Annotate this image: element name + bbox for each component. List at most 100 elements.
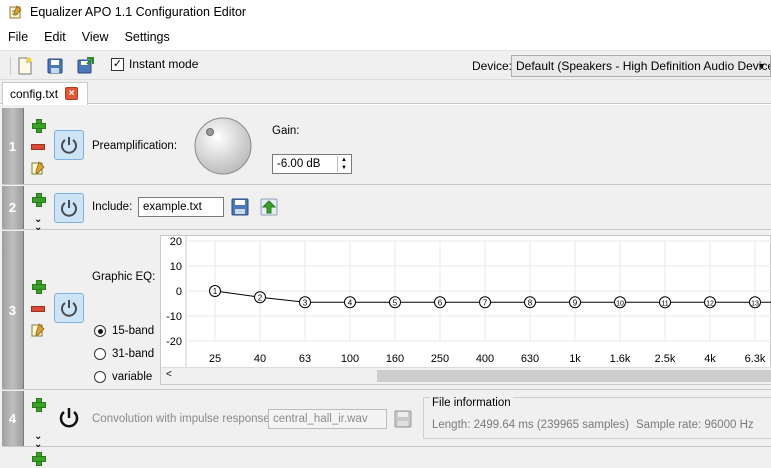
graphic-eq-chart[interactable]: 20100-10-2025 40 63 100 160 250 400 630 1k 1.6k 2.… <box>161 236 771 369</box>
eq-band-point-label: 10 <box>616 300 624 307</box>
eq-horizontal-scrollbar[interactable]: < <box>161 367 771 384</box>
scroll-left-icon[interactable]: < <box>166 369 172 380</box>
filter-number[interactable]: 1 <box>2 108 24 184</box>
remove-filter-icon[interactable] <box>31 144 45 150</box>
y-tick-label: 10 <box>170 261 182 273</box>
impulse-file-input[interactable]: central_hall_ir.wav <box>268 409 387 429</box>
spin-arrows-icon[interactable]: ▲ ▼ <box>337 156 350 172</box>
eq-band-point-label: 13 <box>751 300 759 307</box>
filter-number[interactable]: 3 <box>2 231 24 389</box>
tab-bar: config.txt × <box>0 80 771 105</box>
y-tick-label: 20 <box>170 236 182 248</box>
menu-bar: File Edit View Settings <box>0 27 178 47</box>
open-file-button[interactable] <box>230 197 250 217</box>
x-tick-label: 250 <box>431 353 449 365</box>
tab-label: config.txt <box>10 87 59 101</box>
graphic-eq-label: Graphic EQ: <box>92 271 156 283</box>
graphic-eq-chart-area[interactable]: 20 10 0 -10 -20 25 40 63 100 160 250 400 630 1k 1.6k 2.… <box>160 235 771 385</box>
file-info-title: File information <box>430 397 513 409</box>
gain-spinbox[interactable]: -6.00 dB ▲ ▼ <box>272 154 352 174</box>
add-filter-icon[interactable] <box>31 118 46 133</box>
gain-value: -6.00 dB <box>277 158 321 170</box>
filter-row-graphic-eq: 3 Graphic EQ: 15-band 31-band variable 2… <box>2 231 771 390</box>
up-arrow-icon <box>260 198 278 216</box>
band-option-15[interactable]: 15-band <box>94 325 154 337</box>
band-option-31[interactable]: 31-band <box>94 348 154 360</box>
scrollbar-thumb[interactable] <box>377 370 771 382</box>
add-filter-icon[interactable] <box>31 192 46 207</box>
instant-mode-toggle[interactable]: ✓ Instant mode <box>111 57 198 71</box>
filter-number[interactable]: 2 <box>2 186 24 229</box>
notepad-icon <box>8 5 22 19</box>
edit-icon[interactable] <box>31 323 45 337</box>
power-toggle-button[interactable] <box>54 130 84 160</box>
menu-file[interactable]: File <box>0 30 36 44</box>
convolution-label: Convolution with impulse response: <box>92 413 273 425</box>
close-icon[interactable]: × <box>65 87 78 100</box>
eq-curve <box>214 290 771 303</box>
title-bar: Equalizer APO 1.1 Configuration Editor <box>0 0 771 24</box>
x-tick-label: 1.6k <box>610 353 631 365</box>
save-as-button[interactable] <box>75 55 97 77</box>
radio-31-band[interactable] <box>94 348 106 360</box>
x-tick-label: 63 <box>299 353 311 365</box>
gain-knob[interactable] <box>193 116 253 176</box>
file-sample-rate: Sample rate: 96000 Hz <box>636 419 754 431</box>
preamp-label: Preamplification: <box>92 140 178 152</box>
edit-icon[interactable] <box>31 161 45 175</box>
new-file-icon <box>18 57 32 75</box>
include-file-input[interactable]: example.txt <box>138 197 224 217</box>
radio-label: 15-band <box>112 325 155 337</box>
open-file-button[interactable] <box>393 409 413 429</box>
x-tick-label: 160 <box>386 353 404 365</box>
add-filter-icon[interactable] <box>31 279 46 294</box>
eq-band-point-label: 12 <box>706 300 714 307</box>
x-tick-label: 630 <box>521 353 539 365</box>
power-toggle-button[interactable] <box>54 403 84 433</box>
x-tick-label: 4k <box>704 353 716 365</box>
new-file-button[interactable] <box>14 55 36 77</box>
tab-config[interactable]: config.txt × <box>2 82 88 105</box>
expand-icon[interactable]: ⌄ ⌄ <box>34 432 42 450</box>
filter-number[interactable]: 4 <box>2 391 24 446</box>
eq-band-point-label: 9 <box>573 298 578 307</box>
dropdown-arrow-icon: ▼ <box>757 61 766 71</box>
save-icon <box>394 410 412 428</box>
add-filter-icon[interactable] <box>31 397 46 412</box>
y-tick-label: 0 <box>176 286 182 298</box>
filter-row-preamp: 1 Preamplification: Gain: -6.00 dB ▲ ▼ <box>2 108 771 185</box>
radio-label: 31-band <box>112 348 155 360</box>
instant-mode-checkbox[interactable]: ✓ <box>111 57 124 71</box>
power-icon <box>61 137 77 154</box>
radio-15-band[interactable] <box>94 325 106 337</box>
band-option-variable[interactable]: variable <box>94 371 152 383</box>
power-icon <box>61 200 77 217</box>
y-tick-label: -20 <box>166 336 182 348</box>
add-filter-icon[interactable] <box>31 451 46 466</box>
x-tick-label: 1k <box>569 353 581 365</box>
menu-view[interactable]: View <box>74 30 117 44</box>
power-toggle-button[interactable] <box>54 293 84 323</box>
menu-settings[interactable]: Settings <box>117 30 178 44</box>
menu-edit[interactable]: Edit <box>36 30 74 44</box>
remove-filter-icon[interactable] <box>31 306 45 312</box>
y-tick-label: -10 <box>166 311 182 323</box>
eq-band-point-label: 6 <box>438 298 443 307</box>
expand-icon[interactable]: ⌄ ⌄ <box>34 215 42 233</box>
save-icon <box>231 198 249 216</box>
save-as-icon <box>77 57 94 74</box>
go-to-file-button[interactable] <box>259 197 279 217</box>
x-tick-label: 6.3k <box>745 353 766 365</box>
power-icon <box>59 408 79 428</box>
toolbar: ✓ Instant mode Device: Default (Speakers… <box>0 50 771 80</box>
x-tick-label: 40 <box>254 353 266 365</box>
power-icon <box>61 300 77 317</box>
file-information-group: File information Length: 2499.64 ms (239… <box>423 397 771 439</box>
device-select[interactable]: Default (Speakers - High Definition Audi… <box>511 55 771 77</box>
power-toggle-button[interactable] <box>54 193 84 223</box>
save-button[interactable] <box>44 55 66 77</box>
device-value: Default (Speakers - High Definition Audi… <box>516 59 771 73</box>
radio-variable[interactable] <box>94 371 106 383</box>
eq-band-point-label: 1 <box>213 287 218 296</box>
filter-row-convolution: 4 ⌄ ⌄ Convolution with impulse response: … <box>2 391 771 450</box>
